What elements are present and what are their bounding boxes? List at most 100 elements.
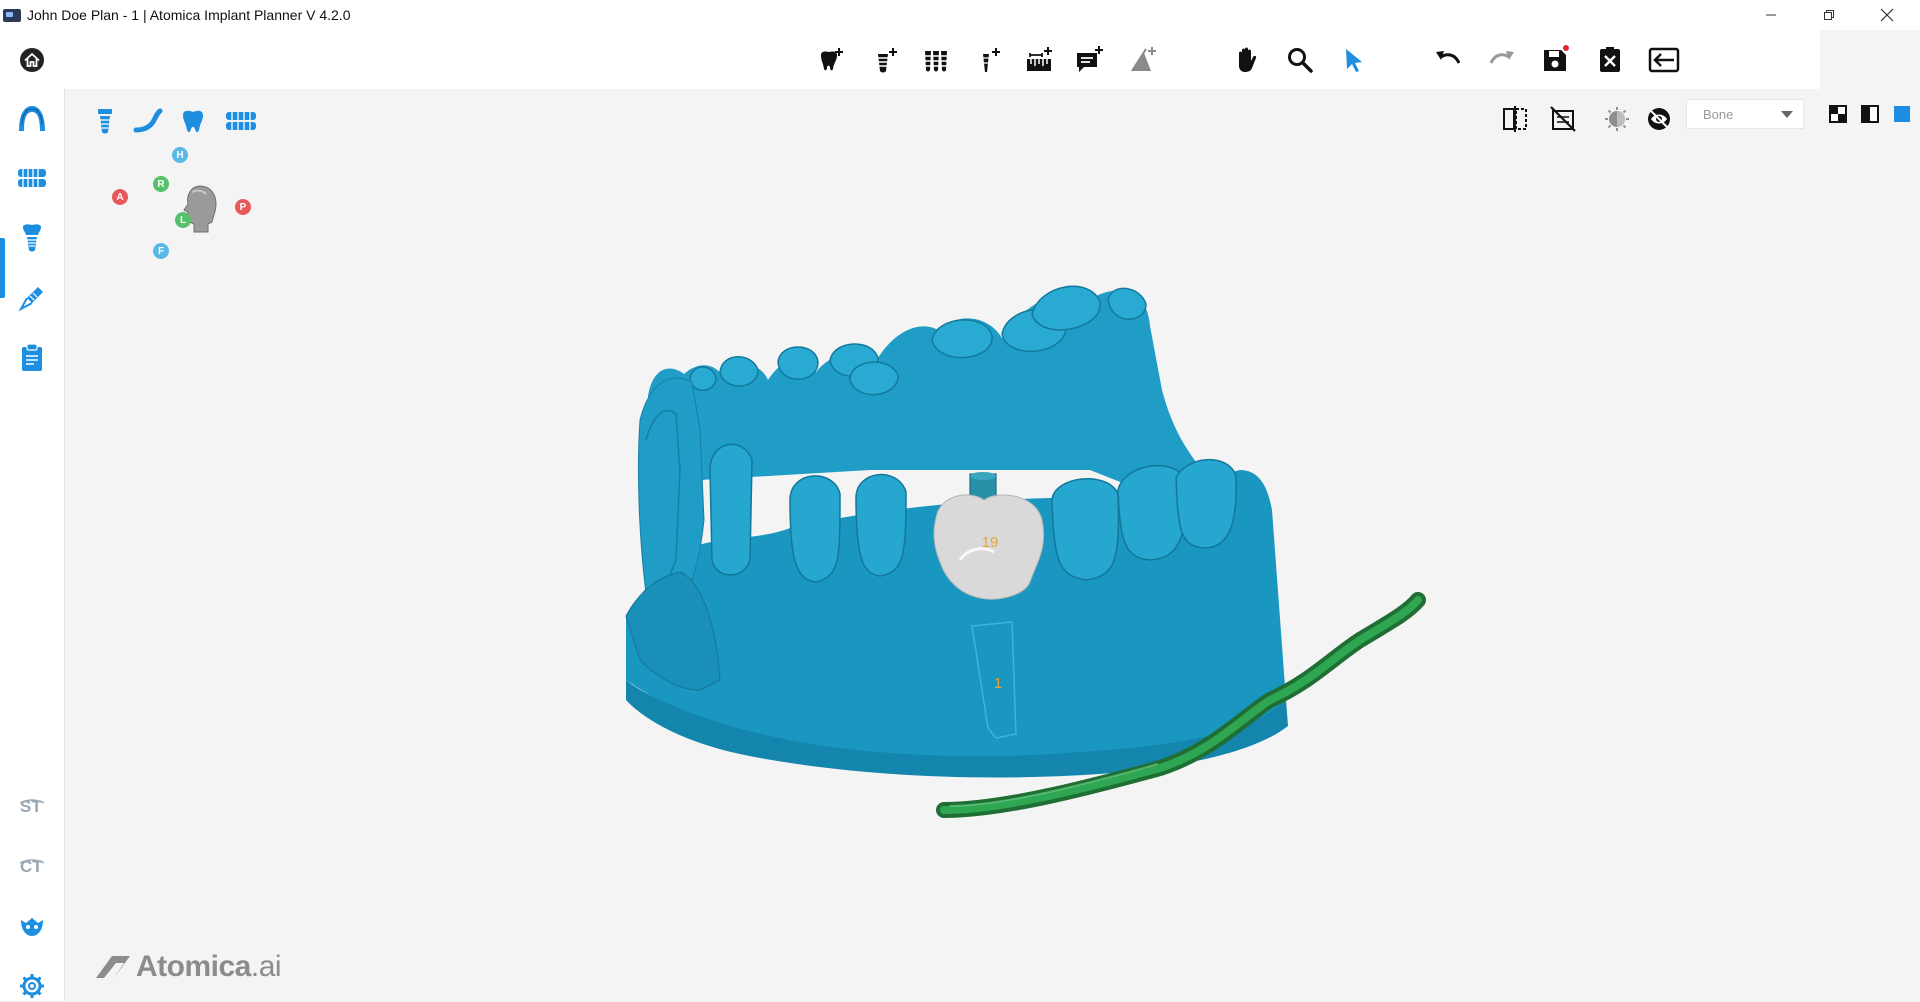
implant-library-button[interactable]	[920, 44, 952, 76]
zoom-button[interactable]	[1284, 44, 1316, 76]
add-angle-button[interactable]	[1128, 44, 1160, 76]
add-angle-icon	[1131, 47, 1156, 72]
sidebar-item-dentition[interactable]	[16, 162, 48, 194]
restore-button[interactable]	[1806, 0, 1852, 30]
atomica-logo-icon	[96, 956, 130, 978]
add-annotation-button[interactable]	[1074, 44, 1106, 76]
add-crown-icon	[821, 48, 843, 71]
implant-outline-icon	[98, 109, 112, 134]
hide-scan-button[interactable]	[1547, 103, 1579, 135]
implant-library-icon	[924, 51, 948, 72]
redo-icon	[1489, 51, 1514, 64]
hide-scan-icon	[1550, 106, 1576, 132]
sidebar-item-report[interactable]	[16, 342, 48, 374]
layout-single-icon	[1894, 106, 1910, 122]
main-toolbar	[64, 30, 1820, 89]
dental-scene[interactable]: 19 1	[65, 89, 1920, 1001]
add-comment-icon	[1077, 46, 1103, 72]
layout-split-button[interactable]	[1857, 101, 1883, 127]
brightness-icon	[1605, 107, 1629, 131]
toggle-visibility-button[interactable]	[1643, 103, 1675, 135]
sidebar-item-surgical-guide[interactable]	[16, 282, 48, 314]
select-button[interactable]	[1338, 44, 1370, 76]
layout-split-icon	[1861, 105, 1879, 123]
density-select-value: Bone	[1703, 106, 1734, 122]
hide-eye-icon	[1648, 108, 1670, 130]
arch-icon	[19, 106, 45, 131]
brand-name-main: Atomica	[136, 950, 251, 983]
brand-logo: Atomica.ai	[94, 950, 282, 984]
orient-posterior-dot[interactable]: P	[235, 199, 251, 215]
brand-name: Atomica.ai	[136, 950, 282, 984]
add-anchor-pin-button[interactable]	[974, 44, 1006, 76]
close-window-button[interactable]	[1864, 0, 1910, 30]
brand-name-suffix: .ai	[250, 950, 282, 983]
unsaved-dot	[1563, 45, 1569, 51]
close-plan-button[interactable]	[1594, 44, 1626, 76]
save-icon	[1544, 45, 1569, 71]
guide-icon	[21, 918, 43, 936]
home-icon	[20, 48, 44, 72]
sidebar-item-settings[interactable]	[16, 970, 48, 1002]
save-button[interactable]	[1540, 44, 1572, 76]
layout-quad-button[interactable]	[1825, 101, 1851, 127]
add-measurement-button[interactable]	[1024, 44, 1056, 76]
orient-anterior-dot[interactable]: A	[112, 189, 128, 205]
add-pin-icon	[982, 48, 1000, 72]
crown-19[interactable]: 19	[933, 472, 1045, 600]
orient-foot-dot[interactable]: F	[153, 243, 169, 259]
sidebar-item-guide-module[interactable]	[16, 910, 48, 942]
add-implant-icon	[877, 48, 897, 73]
toolbar-right-gap	[1820, 30, 1920, 89]
chevron-down-icon	[1781, 111, 1793, 118]
show-nerve-button[interactable]	[132, 105, 164, 137]
arch-model-icon	[226, 112, 256, 130]
hand-icon	[1239, 47, 1257, 72]
clip-plane-button[interactable]	[1499, 103, 1531, 135]
orient-right-dot[interactable]: R	[153, 176, 169, 192]
3d-viewport[interactable]: 19 1 H A P R L F Bone	[65, 89, 1920, 1001]
drill-icon	[18, 287, 43, 312]
redo-button[interactable]	[1486, 44, 1518, 76]
magnifier-icon	[1288, 48, 1313, 73]
st-icon: ST	[19, 797, 45, 816]
active-indicator	[0, 238, 5, 298]
app-logo-icon	[3, 8, 21, 22]
add-implant-button[interactable]	[870, 44, 902, 76]
dentition-icon	[18, 169, 46, 187]
orient-left-dot[interactable]: L	[175, 212, 191, 228]
exit-button[interactable]	[1648, 44, 1680, 76]
undo-icon	[1436, 51, 1461, 64]
implant-icon	[23, 224, 41, 252]
sidebar-item-implant[interactable]	[16, 222, 48, 254]
layout-single-button[interactable]	[1889, 101, 1915, 127]
head-model-icon	[183, 185, 217, 233]
orientation-cube[interactable]: H A P R L F	[95, 147, 295, 262]
add-crown-button[interactable]	[816, 44, 848, 76]
close-icon	[1880, 8, 1894, 22]
exit-icon	[1648, 47, 1680, 73]
ct-icon: CT	[19, 857, 45, 876]
close-document-icon	[1600, 47, 1620, 72]
pan-button[interactable]	[1230, 44, 1262, 76]
orient-head-dot[interactable]: H	[172, 147, 188, 163]
pointer-icon	[1346, 49, 1362, 72]
implant-label: 1	[994, 675, 1002, 692]
sidebar-item-st-module[interactable]: ST	[16, 790, 48, 822]
sidebar-item-home[interactable]	[16, 44, 48, 76]
show-implants-button[interactable]	[89, 105, 121, 137]
brightness-button[interactable]	[1601, 103, 1633, 135]
clipboard-icon	[22, 343, 42, 371]
undo-button[interactable]	[1432, 44, 1464, 76]
show-crowns-button[interactable]	[177, 105, 209, 137]
gear-icon	[20, 974, 44, 998]
minimize-icon	[1766, 14, 1776, 16]
window-title: John Doe Plan - 1 | Atomica Implant Plan…	[27, 7, 351, 23]
show-arch-button[interactable]	[221, 105, 261, 137]
sidebar-item-ct-module[interactable]: CT	[16, 850, 48, 882]
left-sidebar: ST CT	[0, 30, 65, 1001]
minimize-button[interactable]	[1748, 0, 1794, 30]
density-select[interactable]: Bone	[1686, 99, 1804, 129]
sidebar-item-jaw-scan[interactable]	[16, 102, 48, 134]
add-ruler-icon	[1027, 47, 1052, 71]
